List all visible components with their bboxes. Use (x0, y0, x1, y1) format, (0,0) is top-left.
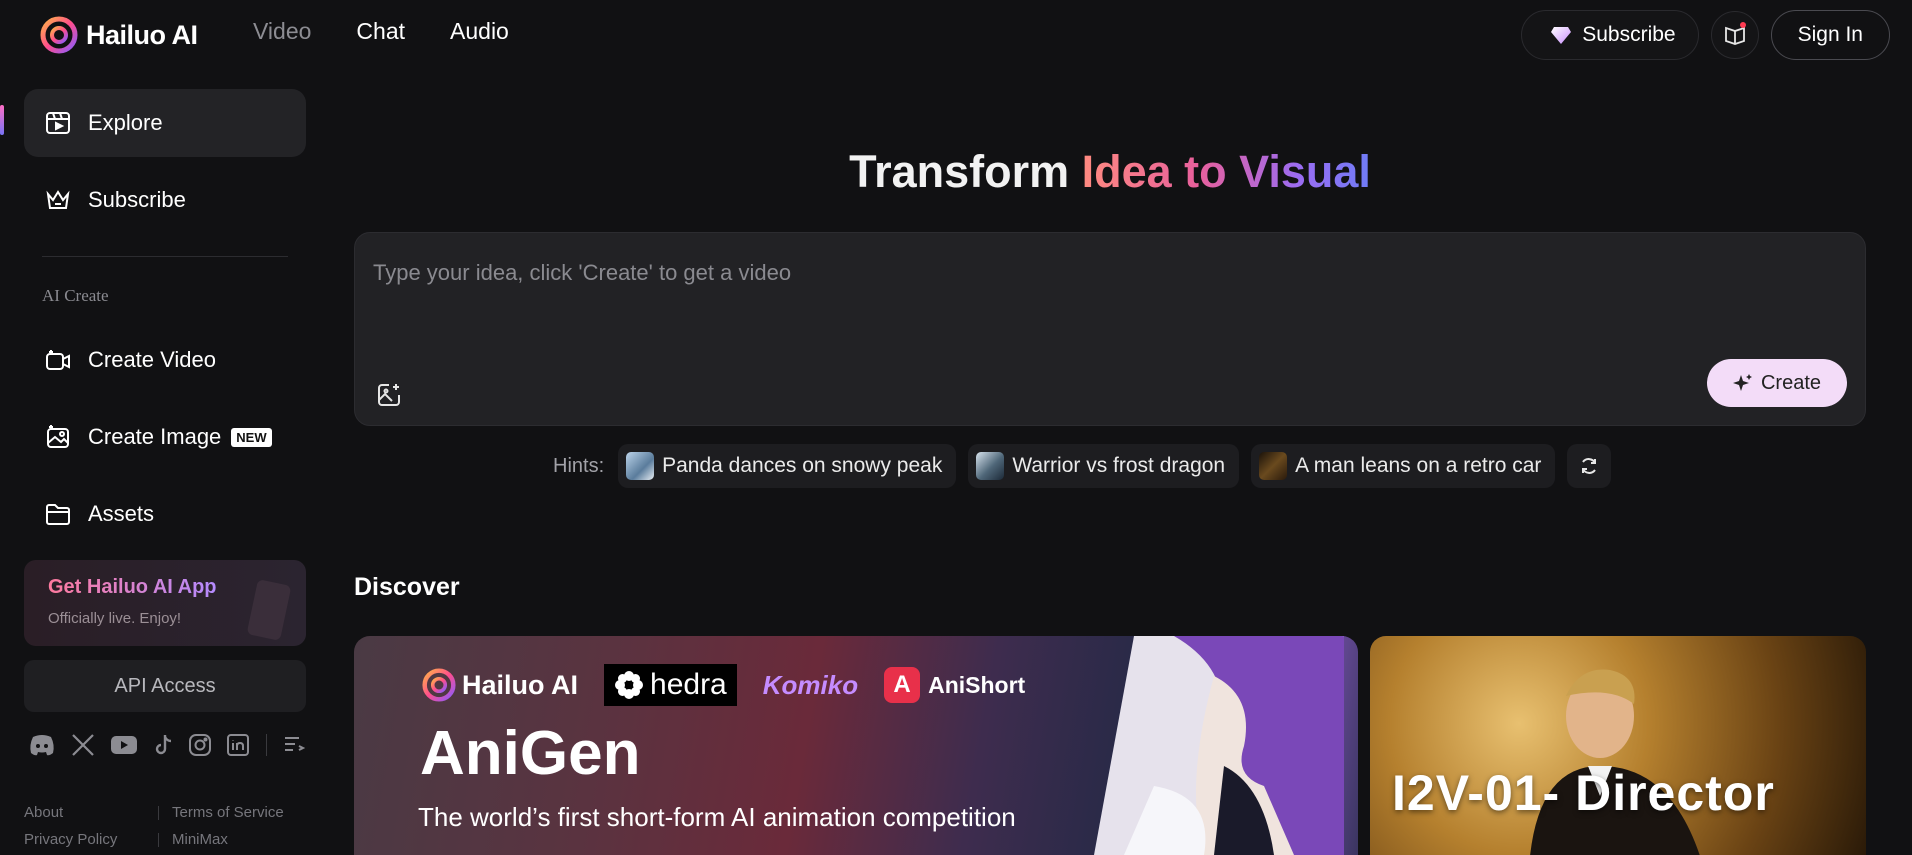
nav-chat[interactable]: Chat (356, 18, 405, 45)
sidebar-item-assets[interactable]: Assets (24, 480, 306, 548)
image-upload-button[interactable] (375, 381, 403, 409)
footer-divider (158, 806, 159, 820)
anime-character-illustration (1094, 636, 1344, 855)
brand-hailuo-text: Hailuo AI (462, 669, 579, 700)
brand-hedra-text: hedra (650, 668, 727, 701)
footer-minimax[interactable]: MiniMax (172, 831, 228, 848)
gem-icon (1551, 27, 1572, 44)
hint-chip[interactable]: Warrior vs frost dragon (968, 444, 1240, 488)
man-in-suit-illustration (1530, 669, 1700, 855)
hint-thumbnail (626, 452, 655, 480)
hint-thumbnail (1259, 452, 1288, 480)
card-description: The world’s first short-form AI animatio… (418, 802, 1016, 832)
menu-list-icon[interactable] (283, 734, 305, 756)
sidebar-item-create-image[interactable]: Create Image NEW (24, 403, 306, 471)
hint-text: Warrior vs frost dragon (1012, 454, 1226, 477)
top-bar: Hailuo AI Video Chat Audio Subscribe Sig… (0, 0, 1912, 70)
sidebar-item-subscribe[interactable]: Subscribe (24, 166, 306, 234)
linkedin-icon[interactable] (226, 733, 250, 757)
x-icon[interactable] (70, 732, 96, 758)
sidebar-divider (42, 256, 288, 257)
top-actions: Subscribe Sign In (1521, 10, 1890, 60)
active-indicator (0, 105, 4, 135)
discord-icon[interactable] (28, 733, 56, 757)
card-title: AniGen (420, 719, 641, 788)
discover-card-director[interactable]: I2V-01- Director (1370, 636, 1866, 855)
sidebar: Explore Subscribe AI Create Create Video… (0, 70, 320, 855)
image-upload-icon (378, 384, 400, 406)
hailuo-logo[interactable]: Hailuo AI (40, 16, 198, 54)
refresh-icon (1582, 458, 1597, 474)
refresh-hints-button[interactable] (1567, 444, 1612, 488)
top-nav: Video Chat Audio (253, 18, 509, 45)
social-divider (266, 734, 267, 756)
api-access-button[interactable]: API Access (24, 660, 306, 712)
nav-audio[interactable]: Audio (450, 18, 509, 45)
sign-in-button[interactable]: Sign In (1770, 10, 1890, 60)
sidebar-item-label: Create Image (88, 424, 222, 449)
brand-hedra: hedra (604, 664, 737, 706)
new-badge: NEW (231, 427, 272, 447)
hero-title: Transform Idea to Visual (354, 146, 1866, 198)
footer-divider (158, 833, 159, 847)
footer-about[interactable]: About (24, 804, 63, 821)
sparkle-icon (1732, 374, 1752, 391)
footer-terms[interactable]: Terms of Service (172, 804, 284, 821)
section-label-ai-create: AI Create (42, 286, 109, 305)
social-links (28, 732, 305, 758)
hailuo-logo-icon (422, 668, 456, 702)
phone-illustration (246, 579, 292, 641)
instagram-icon[interactable] (188, 733, 212, 757)
hedra-flower-icon (615, 671, 644, 699)
logo-text: Hailuo AI (86, 19, 198, 50)
prompt-input[interactable] (373, 253, 1773, 293)
hint-thumbnail (976, 452, 1005, 480)
create-label: Create (1760, 371, 1821, 394)
image-plus-icon (47, 425, 69, 448)
hints-row: Hints: Panda dances on snowy peak Warrio… (553, 444, 1612, 488)
nav-video[interactable]: Video (253, 18, 311, 45)
sidebar-item-label: Subscribe (88, 187, 186, 212)
video-plus-icon (46, 350, 70, 370)
hint-text: Panda dances on snowy peak (662, 454, 943, 477)
explore-icon (46, 112, 70, 134)
subscribe-button[interactable]: Subscribe (1521, 10, 1699, 60)
hero-title-gradient: Idea to Visual (1081, 146, 1371, 197)
create-button[interactable]: Create (1706, 359, 1847, 407)
brand-anishort: A AniShort (884, 667, 1025, 703)
app-promo-title: Get Hailuo AI App (48, 576, 217, 598)
hero-title-plain: Transform (849, 146, 1082, 197)
discover-heading: Discover (354, 573, 460, 601)
anishort-logo-icon: A (884, 667, 921, 703)
sidebar-item-label: Explore (88, 110, 163, 135)
youtube-icon[interactable] (110, 734, 138, 756)
guide-button[interactable] (1710, 11, 1759, 59)
tiktok-icon[interactable] (152, 733, 174, 757)
brand-komiko: Komiko (762, 669, 859, 700)
sidebar-item-label: Assets (88, 501, 155, 526)
sidebar-item-create-video[interactable]: Create Video (24, 326, 306, 394)
prompt-box: Create (354, 232, 1866, 426)
hailuo-logo-icon (40, 16, 78, 54)
discover-card-anigen[interactable]: Hailuo AI hedra Komiko A AniShort AniGen… (354, 636, 1358, 855)
app-promo-subtitle: Officially live. Enjoy! (48, 610, 182, 627)
brand-anishort-text: AniShort (928, 671, 1026, 698)
sidebar-item-label: Create Video (88, 347, 217, 372)
hints-label: Hints: (553, 454, 605, 477)
subscribe-label: Subscribe (1582, 23, 1676, 46)
card-title: I2V-01- Director (1392, 765, 1775, 821)
brand-logos: Hailuo AI hedra Komiko A AniShort (422, 664, 1025, 706)
app-promo-banner[interactable]: Get Hailuo AI App Officially live. Enjoy… (24, 560, 306, 646)
hint-chip[interactable]: A man leans on a retro car (1251, 444, 1556, 488)
notification-dot (1739, 22, 1746, 28)
hint-text: A man leans on a retro car (1295, 454, 1542, 477)
sidebar-item-explore[interactable]: Explore (24, 89, 306, 157)
hint-chip[interactable]: Panda dances on snowy peak (618, 444, 957, 488)
crown-icon (46, 190, 70, 209)
folder-icon (46, 504, 70, 525)
footer-privacy[interactable]: Privacy Policy (24, 831, 117, 848)
brand-hailuo: Hailuo AI (422, 668, 578, 702)
